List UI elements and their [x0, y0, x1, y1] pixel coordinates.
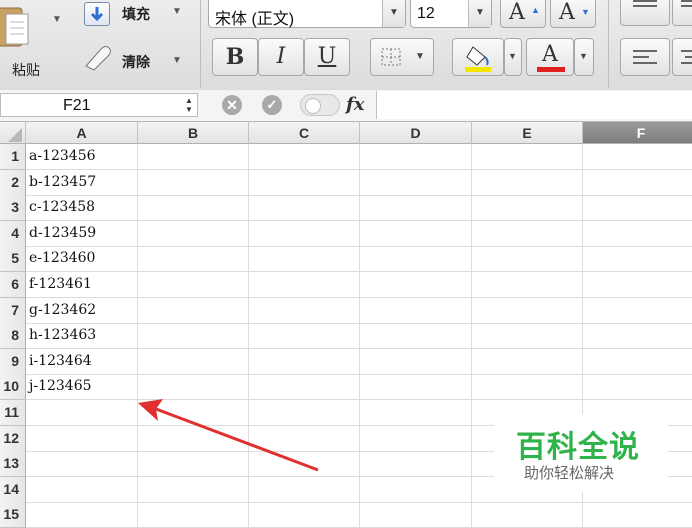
watermark-title: 百科全说 [516, 431, 640, 464]
watermark-subtitle: 助你轻松解决 [524, 465, 615, 482]
watermark-logo: 百科全说 助你轻松解决 [494, 414, 668, 492]
